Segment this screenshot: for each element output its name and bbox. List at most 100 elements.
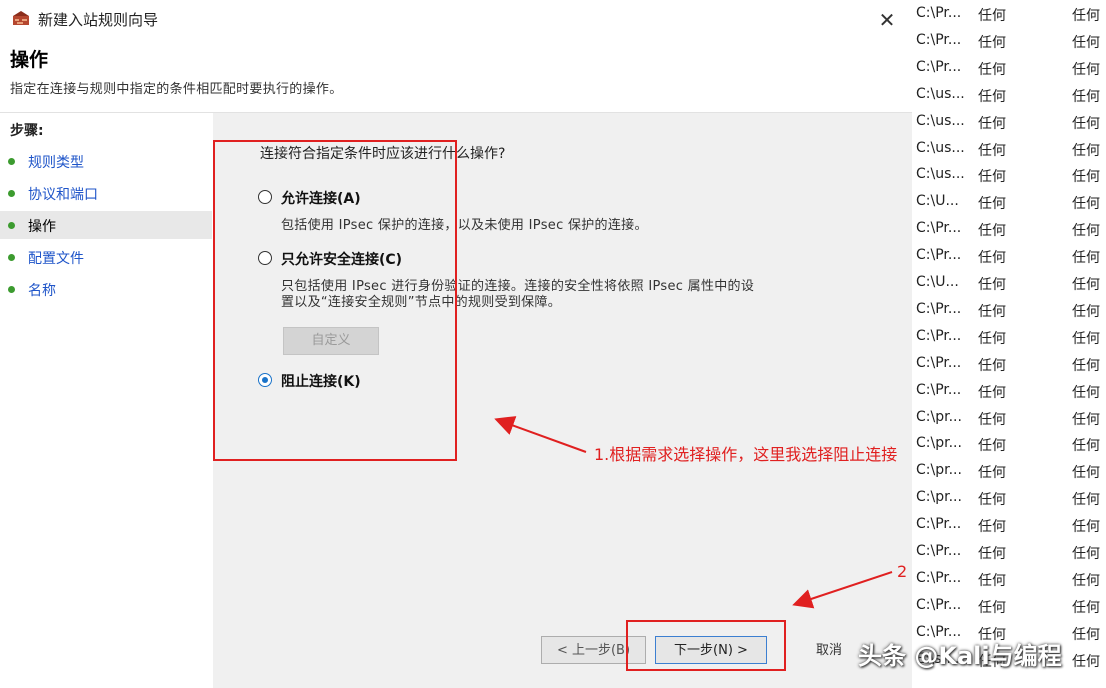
remote-address-cell: 任何 xyxy=(1072,196,1100,213)
window-title: 新建入站规则向导 xyxy=(38,11,159,29)
rule-row[interactable]: C:\U... 任何 任何 xyxy=(912,269,1106,296)
rule-row[interactable]: C:\pr... 任何 任何 xyxy=(912,404,1106,431)
cancel-button[interactable]: 取消 xyxy=(790,636,868,664)
step-protocol-port[interactable]: 协议和端口 xyxy=(0,179,212,207)
program-cell: C:\Pr... xyxy=(916,381,962,398)
local-address-cell: 任何 xyxy=(978,169,1006,186)
program-cell: C:\pr... xyxy=(916,462,962,479)
rule-row[interactable]: C:\us... 任何 任何 xyxy=(912,161,1106,188)
background-rule-list: C:\Pr... 任何 任何 C:\Pr... 任何 任何 C:\Pr... 任何 任何 C:\u… xyxy=(912,0,1106,688)
local-address-cell: 任何 xyxy=(978,330,1006,347)
remote-address-cell: 任何 xyxy=(1072,277,1100,293)
program-cell: C:\pr... xyxy=(916,435,962,452)
rule-row[interactable]: C:\Pr... 任何 任何 xyxy=(912,0,1106,27)
program-cell: C:\Pr... xyxy=(916,327,962,344)
rule-row[interactable]: C:\Pr... 任何 任何 xyxy=(912,54,1106,81)
program-cell: C:\Pr... xyxy=(916,31,962,48)
rule-row[interactable]: C:\Pr... 任何 任何 xyxy=(912,215,1106,242)
local-address-cell: 任何 xyxy=(978,599,1006,616)
remote-address-cell: 任何 xyxy=(1072,492,1100,509)
rule-row[interactable]: C:\Pr... 任何 任何 xyxy=(912,511,1106,538)
steps-pane: 步骤: 规则类型 协议和端口 操作 配置文件 名称 xyxy=(0,113,212,688)
rule-row[interactable]: C:\Pr... 任何 任何 xyxy=(912,565,1106,592)
remote-address-cell: 任何 xyxy=(1072,8,1100,24)
local-address-cell: 任何 xyxy=(978,438,1006,455)
step-bullet-icon xyxy=(8,222,15,229)
program-cell: C:\U... xyxy=(916,193,959,210)
rule-row[interactable]: C:\Pr... 任何 任何 xyxy=(912,377,1106,404)
annotation-note-2: 2 xyxy=(897,562,908,581)
step-label: 名称 xyxy=(28,283,56,299)
program-cell: C:\Pr... xyxy=(916,596,962,613)
annotation-note-1: 1.根据需求选择操作，这里我选择阻止连接 xyxy=(594,445,898,464)
program-cell: C:\Pr... xyxy=(916,543,962,559)
remote-address-cell: 任何 xyxy=(1072,519,1100,536)
program-cell: C:\Pr... xyxy=(916,247,962,264)
remote-address-cell: 任何 xyxy=(1072,411,1100,428)
local-address-cell: 任何 xyxy=(978,8,1006,24)
remote-address-cell: 任何 xyxy=(1072,169,1100,186)
remote-address-cell: 任何 xyxy=(1072,115,1100,132)
remote-address-cell: 任何 xyxy=(1072,438,1100,455)
local-address-cell: 任何 xyxy=(978,88,1006,105)
remote-address-cell: 任何 xyxy=(1072,223,1100,240)
rule-row[interactable]: C:\Pr... 任何 任何 xyxy=(912,242,1106,269)
local-address-cell: 任何 xyxy=(978,277,1006,293)
remote-address-cell: 任何 xyxy=(1072,599,1100,616)
step-label: 配置文件 xyxy=(28,251,84,267)
close-button[interactable]: ✕ xyxy=(872,6,902,34)
steps-label: 步骤: xyxy=(10,123,44,139)
program-cell: C:\Pr... xyxy=(916,354,962,371)
rule-row[interactable]: C:\us... 任何 任何 xyxy=(912,108,1106,135)
rule-row[interactable]: C:\pr... 任何 任何 xyxy=(912,457,1106,484)
local-address-cell: 任何 xyxy=(978,61,1006,78)
step-action[interactable]: 操作 xyxy=(0,211,212,239)
rule-row[interactable]: C:\pr... 任何 任何 xyxy=(912,484,1106,511)
close-icon: ✕ xyxy=(878,8,896,32)
step-label: 协议和端口 xyxy=(28,187,98,203)
local-address-cell: 任何 xyxy=(978,115,1006,132)
rule-row[interactable]: C:\us... 任何 任何 xyxy=(912,135,1106,162)
remote-address-cell: 任何 xyxy=(1072,142,1100,159)
program-cell: C:\us... xyxy=(916,112,965,129)
local-address-cell: 任何 xyxy=(978,196,1006,213)
rule-row[interactable]: C:\Pr... 任何 任何 xyxy=(912,350,1106,377)
rule-row[interactable]: C:\Pr... 任何 任何 xyxy=(912,27,1106,54)
program-cell: C:\Pr... xyxy=(916,300,962,317)
remote-address-cell: 任何 xyxy=(1072,330,1100,347)
rule-row[interactable]: C:\Pr... 任何 任何 xyxy=(912,323,1106,350)
step-bullet-icon xyxy=(8,190,15,197)
rule-row[interactable]: C:\pr... 任何 任何 xyxy=(912,430,1106,457)
program-cell: C:\Pr... xyxy=(916,516,962,533)
remote-address-cell: 任何 xyxy=(1072,61,1100,78)
remote-address-cell: 任何 xyxy=(1072,465,1100,482)
remote-address-cell: 任何 xyxy=(1072,653,1100,670)
step-label: 操作 xyxy=(28,219,56,235)
remote-address-cell: 任何 xyxy=(1072,384,1100,401)
rule-row[interactable]: C:\Pr... 任何 任何 xyxy=(912,592,1106,619)
step-bullet-icon xyxy=(8,254,15,261)
remote-address-cell: 任何 xyxy=(1072,357,1100,374)
page-title: 操作 xyxy=(10,49,49,71)
rule-row[interactable]: C:\Pr... 任何 任何 xyxy=(912,538,1106,565)
step-rule-type[interactable]: 规则类型 xyxy=(0,147,212,175)
rule-row[interactable]: C:\U... 任何 任何 xyxy=(912,188,1106,215)
local-address-cell: 任何 xyxy=(978,572,1006,589)
firewall-icon xyxy=(13,11,29,25)
rule-row[interactable]: C:\Pr... 任何 任何 xyxy=(912,296,1106,323)
step-name[interactable]: 名称 xyxy=(0,275,212,303)
annotation-box-next xyxy=(626,620,786,671)
step-profile[interactable]: 配置文件 xyxy=(0,243,212,271)
annotation-box-options xyxy=(213,140,457,461)
step-bullet-icon xyxy=(8,286,15,293)
local-address-cell: 任何 xyxy=(978,142,1006,159)
page-description: 指定在连接与规则中指定的条件相匹配时要执行的操作。 xyxy=(10,82,343,97)
remote-address-cell: 任何 xyxy=(1072,572,1100,589)
program-cell: C:\pr... xyxy=(916,489,962,506)
rule-row[interactable]: C:\us... 任何 任何 xyxy=(912,81,1106,108)
program-cell: C:\us... xyxy=(916,139,965,156)
watermark: 头条 @Kali与编程 xyxy=(858,642,1062,670)
program-cell: C:\Pr... xyxy=(916,220,962,237)
program-cell: C:\U... xyxy=(916,274,959,290)
step-label: 规则类型 xyxy=(28,155,84,171)
